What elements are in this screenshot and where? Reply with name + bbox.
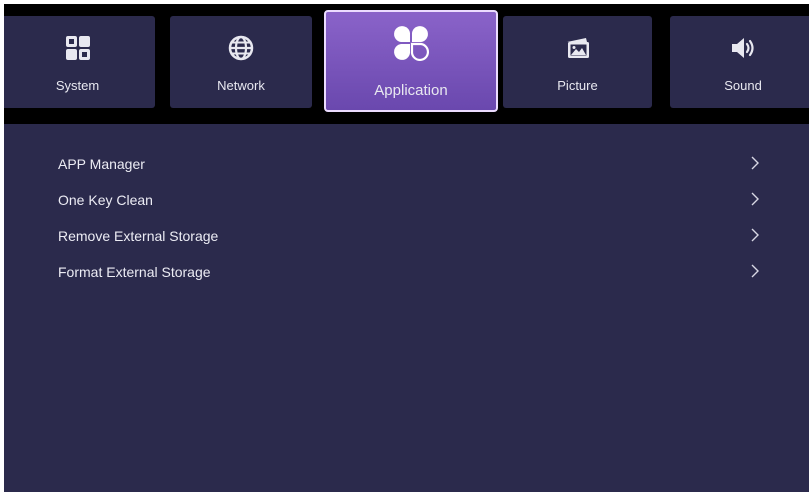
chevron-right-icon [751,192,759,206]
menu-item-format-external-storage[interactable]: Format External Storage [4,254,809,290]
globe-icon [228,35,254,61]
tab-picture[interactable]: Picture [503,16,652,108]
chevron-right-icon [751,228,759,242]
menu-item-label: Format External Storage [58,264,211,280]
menu-item-label: Remove External Storage [58,228,219,244]
speaker-icon [732,38,754,58]
chevron-right-icon [751,264,759,278]
picture-icon [566,38,589,58]
tab-application[interactable]: Application [324,10,498,112]
settings-screen: System Network Application Picture Sound… [4,4,809,492]
tab-label: System [55,78,100,93]
tab-bar: System Network Application Picture Sound [4,4,809,124]
system-grid-icon [65,36,90,60]
menu-item-label: One Key Clean [58,192,153,208]
menu-item-label: APP Manager [58,156,145,172]
chevron-right-icon [751,156,759,170]
tab-label: Application [374,82,448,99]
clover-apps-icon [394,26,430,62]
tab-sound[interactable]: Sound [670,16,809,108]
tab-label: Sound [724,78,762,93]
menu-item-app-manager[interactable]: APP Manager [4,146,809,182]
tab-label: Picture [557,78,598,93]
menu-item-one-key-clean[interactable]: One Key Clean [4,182,809,218]
tab-network[interactable]: Network [170,16,312,108]
menu-item-remove-external-storage[interactable]: Remove External Storage [4,218,809,254]
tab-system[interactable]: System [4,16,155,108]
tab-label: Network [217,78,265,93]
